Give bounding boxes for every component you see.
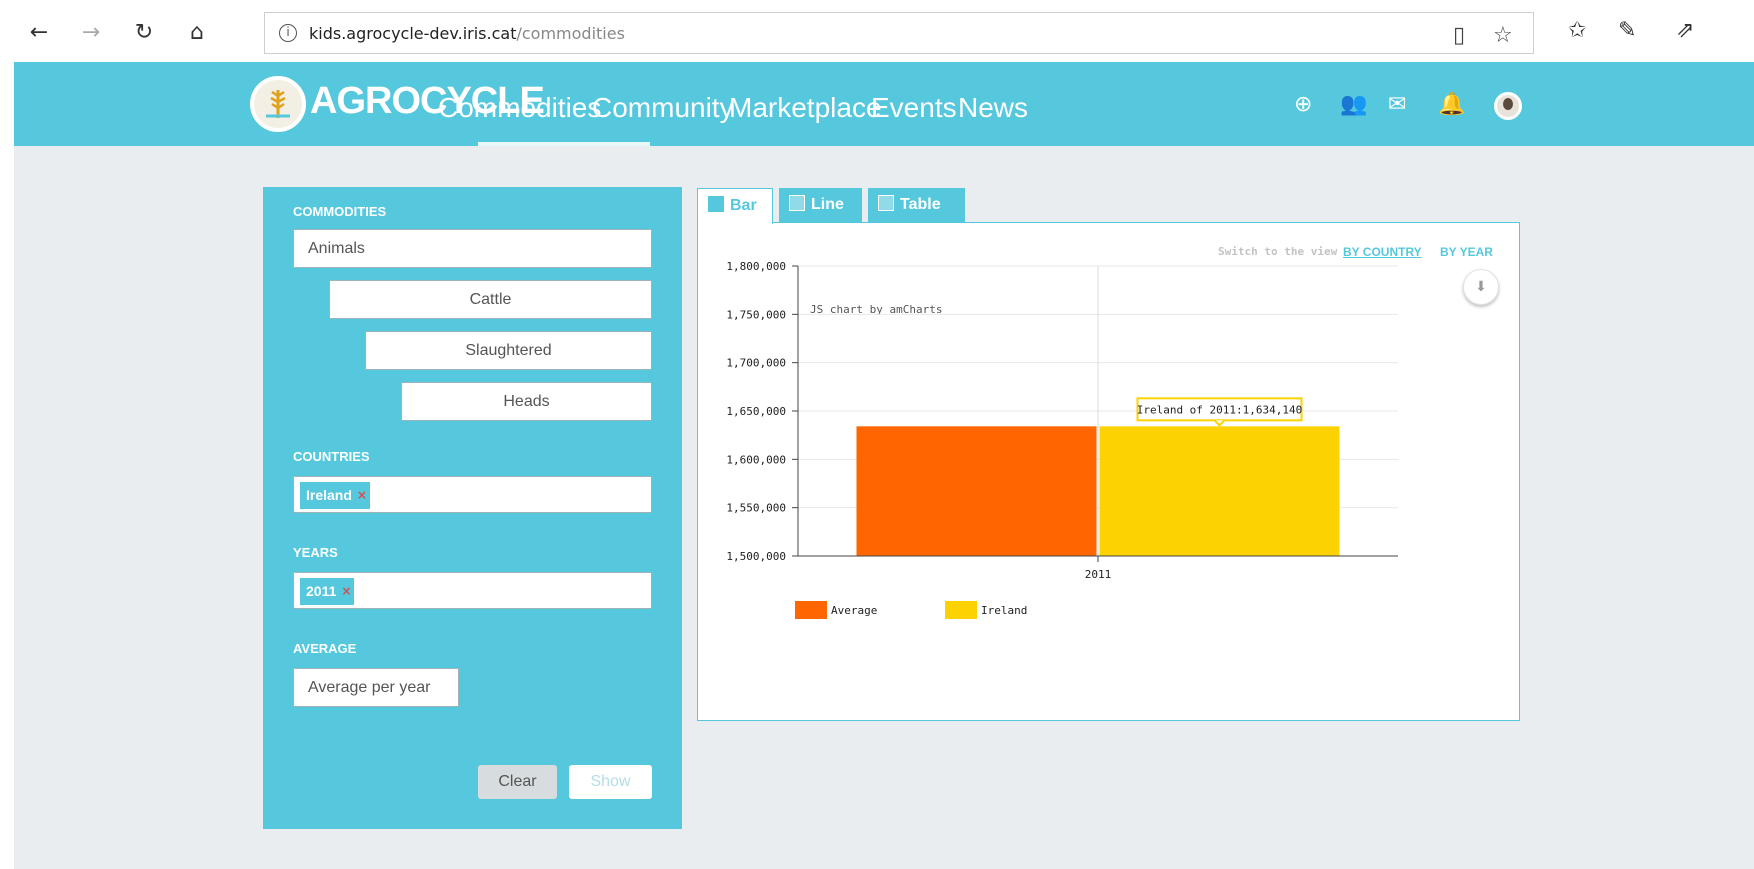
nav-marketplace[interactable]: Marketplace — [729, 92, 882, 124]
legend-swatch — [795, 601, 827, 619]
years-input[interactable]: 2011 × — [293, 572, 652, 609]
info-icon[interactable]: i — [279, 24, 297, 42]
legend-label: Average — [831, 604, 877, 617]
reading-view-icon[interactable]: ▯ — [1453, 23, 1465, 48]
favorites-list-icon[interactable]: ✩ — [1568, 18, 1586, 43]
legend-item-ireland[interactable]: Ireland — [945, 601, 1027, 619]
y-tick-label: 1,700,000 — [726, 357, 786, 370]
browser-toolbar: ← → ↻ ⌂ i kids.agrocycle-dev.iris.cat/co… — [0, 0, 1754, 62]
country-tag-ireland: Ireland × — [300, 482, 370, 509]
nav-news[interactable]: News — [958, 92, 1028, 124]
bar-tooltip: Ireland of 2011:1,634,140 — [1136, 397, 1303, 427]
add-icon[interactable]: ⊕ — [1294, 92, 1312, 117]
favorite-star-icon[interactable]: ☆ — [1493, 23, 1513, 48]
y-tick-label: 1,800,000 — [726, 260, 786, 273]
filter-panel: COMMODITIES Animals Cattle Slaughtered H… — [263, 187, 682, 829]
bar-average[interactable] — [856, 426, 1097, 556]
tab-table[interactable]: Table — [868, 188, 965, 222]
refresh-icon[interactable]: ↻ — [129, 18, 159, 48]
wheat-icon — [266, 90, 290, 118]
agrocycle-logo[interactable] — [250, 76, 306, 132]
back-icon[interactable]: ← — [24, 18, 54, 48]
chart-card: Switch to the view BY COUNTRY BY YEAR ⬇ … — [697, 222, 1520, 721]
remove-tag-icon[interactable]: × — [341, 578, 351, 605]
average-select[interactable]: Average per year — [293, 668, 459, 707]
address-bar[interactable]: i kids.agrocycle-dev.iris.cat/commoditie… — [264, 12, 1534, 54]
commodity-select-heads[interactable]: Heads — [401, 382, 652, 421]
commodities-label: COMMODITIES — [293, 204, 387, 219]
years-label: YEARS — [293, 545, 338, 560]
home-icon[interactable]: ⌂ — [182, 18, 212, 48]
share-icon[interactable]: ⇗ — [1676, 18, 1694, 43]
avatar[interactable] — [1494, 92, 1522, 120]
y-tick-label: 1,550,000 — [726, 502, 786, 515]
mail-icon[interactable]: ✉ — [1388, 92, 1406, 117]
legend-swatch — [945, 601, 977, 619]
y-tick-label: 1,650,000 — [726, 405, 786, 418]
country-tag-label: Ireland — [306, 487, 352, 503]
legend-label: Ireland — [981, 604, 1027, 617]
tab-bar[interactable]: Bar — [697, 188, 773, 224]
table-icon — [878, 195, 894, 211]
url-text: kids.agrocycle-dev.iris.cat/commodities — [309, 24, 625, 43]
tooltip-pointer — [1213, 419, 1226, 427]
line-chart-icon — [789, 195, 805, 211]
year-tag-label: 2011 — [306, 583, 337, 599]
site-header: AGROCYCLE Commodities Community Marketpl… — [14, 62, 1754, 146]
commodity-select-cattle[interactable]: Cattle — [329, 280, 652, 319]
tab-table-label: Table — [900, 196, 941, 213]
bar-chart-icon — [708, 196, 724, 212]
commodity-select-slaughtered[interactable]: Slaughtered — [365, 331, 652, 370]
clear-button[interactable]: Clear — [478, 765, 557, 799]
countries-label: COUNTRIES — [293, 449, 370, 464]
forward-icon[interactable]: → — [76, 18, 106, 48]
year-tag-2011: 2011 × — [300, 578, 355, 605]
y-tick-label: 1,750,000 — [726, 308, 786, 321]
bar-chart: 1,500,000 1,550,000 1,600,000 1,650,000 1,70… — [726, 260, 1398, 619]
tab-line[interactable]: Line — [779, 188, 862, 222]
tab-bar-label: Bar — [730, 197, 757, 214]
tooltip-text: Ireland of 2011:1,634,140 — [1137, 403, 1303, 416]
x-tick-label: 2011 — [1085, 568, 1112, 581]
y-tick-label: 1,600,000 — [726, 453, 786, 466]
countries-input[interactable]: Ireland × — [293, 476, 652, 513]
bell-icon[interactable]: 🔔 — [1438, 92, 1465, 117]
nav-events[interactable]: Events — [871, 92, 957, 124]
y-tick-label: 1,500,000 — [726, 550, 786, 563]
nav-commodities[interactable]: Commodities — [438, 92, 601, 124]
commodity-select-animals[interactable]: Animals — [293, 229, 652, 268]
pen-icon[interactable]: ✎ — [1618, 18, 1636, 43]
legend-item-average[interactable]: Average — [795, 601, 877, 619]
show-button[interactable]: Show — [569, 765, 652, 799]
tab-line-label: Line — [811, 196, 844, 213]
average-label: AVERAGE — [293, 641, 357, 656]
community-icon[interactable]: 👥 — [1340, 92, 1367, 117]
remove-tag-icon[interactable]: × — [357, 482, 367, 509]
bar-ireland[interactable] — [1099, 426, 1340, 556]
nav-community[interactable]: Community — [592, 92, 734, 124]
